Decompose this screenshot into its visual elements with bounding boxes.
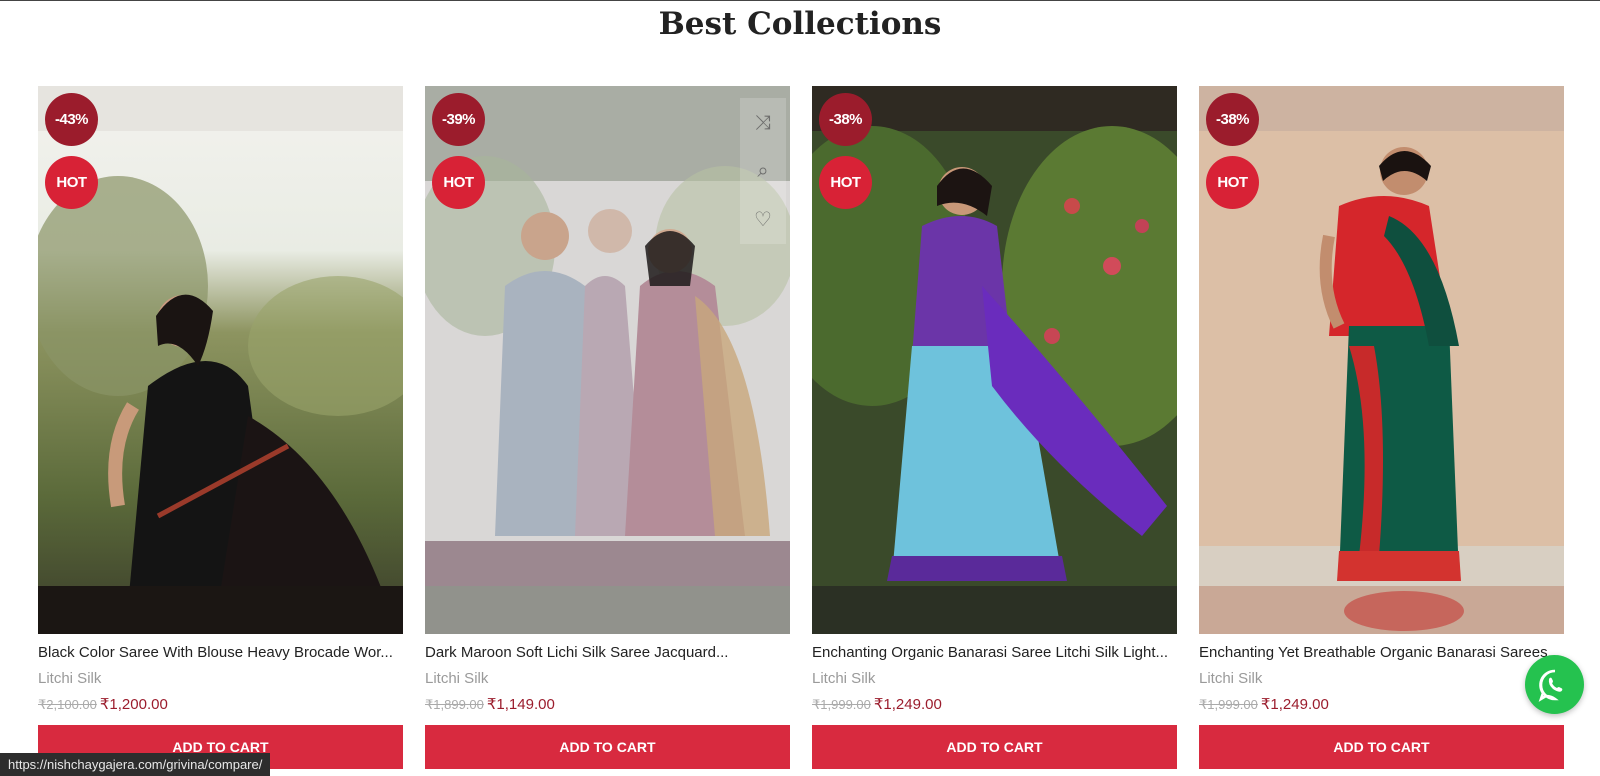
old-price: ₹1,999.00 [1199,697,1258,712]
discount-badge: -38% [1206,93,1259,146]
new-price: ₹1,149.00 [486,696,555,713]
product-card: -43% HOT Black Color Saree With Blouse H… [38,86,403,769]
product-category[interactable]: Litchi Silk [38,670,403,687]
hot-badge: HOT [432,156,485,209]
old-price: ₹1,999.00 [812,697,871,712]
product-image[interactable]: -39% HOT ⤨ ⌕ ♡ [425,86,790,634]
hot-badge: HOT [1206,156,1259,209]
shuffle-icon[interactable]: ⤨ [744,104,782,142]
product-card: -38% HOT Enchanting Yet Breathable Organ… [1199,86,1564,769]
discount-badge: -43% [45,93,98,146]
product-price: ₹1,899.00 ₹1,149.00 [425,695,790,713]
product-name[interactable]: Dark Maroon Soft Lichi Silk Saree Jacqua… [425,644,790,661]
add-to-cart-button[interactable]: ADD TO CART [812,725,1177,769]
product-name[interactable]: Enchanting Organic Banarasi Saree Litchi… [812,644,1177,661]
hot-badge: HOT [45,156,98,209]
product-name[interactable]: Enchanting Yet Breathable Organic Banara… [1199,644,1564,661]
product-price: ₹2,100.00 ₹1,200.00 [38,695,403,713]
product-image[interactable]: -43% HOT [38,86,403,634]
add-to-cart-button[interactable]: ADD TO CART [425,725,790,769]
product-price: ₹1,999.00 ₹1,249.00 [812,695,1177,713]
discount-badge: -38% [819,93,872,146]
product-price: ₹1,999.00 ₹1,249.00 [1199,695,1564,713]
heart-icon[interactable]: ♡ [744,200,782,238]
product-name[interactable]: Black Color Saree With Blouse Heavy Broc… [38,644,403,661]
product-image[interactable]: -38% HOT [1199,86,1564,634]
whatsapp-icon [1538,669,1562,702]
product-grid: -43% HOT Black Color Saree With Blouse H… [38,86,1564,776]
whatsapp-button[interactable] [1525,655,1584,714]
new-price: ₹1,249.00 [873,696,942,713]
product-category[interactable]: Litchi Silk [812,670,1177,687]
product-image[interactable]: -38% HOT [812,86,1177,634]
hover-actions: ⤨ ⌕ ♡ [740,98,786,244]
product-category[interactable]: Litchi Silk [1199,670,1564,687]
search-icon[interactable]: ⌕ [744,152,782,190]
product-card: -39% HOT ⤨ ⌕ ♡ Dark Maroon Soft Lichi Si… [425,86,790,769]
add-to-cart-button[interactable]: ADD TO CART [1199,725,1564,769]
old-price: ₹2,100.00 [38,697,97,712]
status-bar-url: https://nishchaygajera.com/grivina/compa… [0,753,271,776]
hot-badge: HOT [819,156,872,209]
product-category[interactable]: Litchi Silk [425,670,790,687]
new-price: ₹1,200.00 [99,696,168,713]
top-border [0,0,1600,1]
new-price: ₹1,249.00 [1260,696,1329,713]
section-title: Best Collections [658,6,942,42]
old-price: ₹1,899.00 [425,697,484,712]
product-card: -38% HOT Enchanting Organic Banarasi Sar… [812,86,1177,769]
discount-badge: -39% [432,93,485,146]
